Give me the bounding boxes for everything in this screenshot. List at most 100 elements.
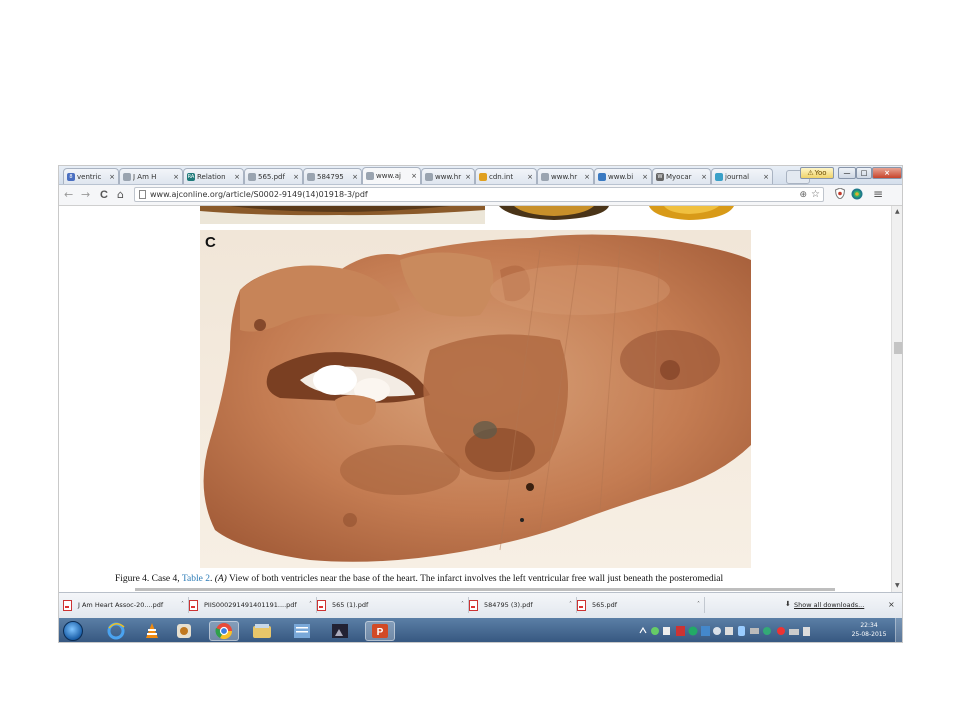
bookmark-star-icon[interactable]: ☆ [811,189,820,200]
tab-favicon-icon [366,172,374,180]
extension-shield-icon[interactable] [834,187,846,204]
tab-close-icon[interactable]: × [584,173,590,181]
tab-favicon-icon [598,172,606,181]
download-filename: 565.pdf [592,601,618,609]
chrome-menu-icon[interactable]: ≡ [873,188,883,201]
explorer-icon[interactable] [247,621,277,641]
chrome-icon[interactable] [209,621,239,641]
tab-close-icon[interactable]: × [763,173,769,181]
table-2-link[interactable]: Table 2 [182,574,210,584]
minimize-button[interactable]: — [838,167,856,179]
back-button[interactable]: ← [64,188,73,202]
tab-close-icon[interactable]: × [411,172,417,180]
browser-tab[interactable]: www.hr × [537,168,594,184]
download-item[interactable]: 565 (1).pdf ˄ [317,597,469,613]
tab-favicon-icon [541,172,549,181]
figure-panel-a-strip [200,206,485,224]
extension-globe-icon[interactable] [851,188,863,205]
browser-tab[interactable]: www.hr × [421,168,475,184]
browser-tab[interactable]: 565.pdf × [244,168,303,184]
browser-tab[interactable]: cdn.int × [475,168,537,184]
download-menu-caret-icon[interactable]: ˄ [697,601,700,608]
close-window-button[interactable]: × [872,167,902,179]
browser-tab[interactable]: RA Relation × [183,168,244,184]
browser-tab[interactable]: 8 ventric × [63,168,119,184]
browser-tab[interactable]: 584795 × [303,168,362,184]
browser-tab[interactable]: journal × [711,168,773,184]
tab-label: Myocar [666,172,692,181]
download-menu-caret-icon[interactable]: ˄ [181,601,184,608]
tab-favicon-icon [479,172,487,181]
browser-tab[interactable]: W Myocar × [652,168,711,184]
tab-favicon-icon [715,172,723,181]
tab-close-icon[interactable]: × [465,173,471,181]
download-menu-caret-icon[interactable]: ˄ [461,601,464,608]
home-button[interactable]: ⌂ [117,188,124,202]
browser-tab[interactable]: www.bi × [594,168,652,184]
download-shelf: J Am Heart Assoc-20....pdf ˄ PIIS000291491… [59,592,902,619]
tab-close-icon[interactable]: × [109,173,115,181]
reload-button[interactable]: C [100,188,108,202]
taskbar-clock[interactable]: 22:34 25-08-2015 [849,621,889,639]
close-downloads-button[interactable]: × [888,600,895,609]
ie-icon[interactable] [101,621,131,641]
scroll-up-arrow-icon[interactable]: ▲ [895,208,900,215]
url-bar[interactable]: www.ajconline.org/article/S0002-9149(14)… [134,187,824,202]
download-menu-caret-icon[interactable]: ˄ [569,601,572,608]
notes-icon[interactable] [287,621,317,641]
powerpoint-icon[interactable]: P [365,621,395,641]
scrollbar-thumb[interactable] [894,342,902,354]
yoo-alert-button[interactable]: ⚠ Yoo [800,167,834,179]
heart-specimen-photo [200,230,751,568]
tab-strip: 8 ventric × J Am H × RA Relation × 565.pdf × 58479… [59,166,902,185]
browser-tab[interactable]: www.aj × [362,167,421,184]
download-item[interactable]: J Am Heart Assoc-20....pdf ˄ [63,597,189,613]
tab-close-icon[interactable]: × [293,173,299,181]
tab-close-icon[interactable]: × [234,173,240,181]
page-icon [139,190,146,199]
tab-close-icon[interactable]: × [701,173,707,181]
tab-favicon-icon: W [656,172,664,181]
browser-tab[interactable]: J Am H × [119,168,183,184]
tab-close-icon[interactable]: × [527,173,533,181]
tab-label: journal [725,172,750,181]
browser-window: 8 ventric × J Am H × RA Relation × 565.pdf × 58479… [58,165,903,643]
caption-text: View of both ventricles near the base of… [226,574,724,584]
download-menu-caret-icon[interactable]: ˄ [309,601,312,608]
tab-label: ventric [77,172,102,181]
pdf-viewer: C Figure 4. Case 4, Table 2. (A) View of… [59,206,891,592]
photo-viewer-icon[interactable] [325,621,355,641]
download-item[interactable]: PIIS000291491401191....pdf ˄ [189,597,317,613]
show-desktop-button[interactable] [895,618,902,642]
vertical-scrollbar[interactable]: ▲ ▼ [891,206,902,592]
pdf-file-icon [577,599,586,611]
figure-panel-b-strip [489,206,751,224]
tab-favicon-icon: RA [187,172,195,181]
tab-label: J Am H [133,172,157,181]
svg-text:P: P [377,627,384,638]
zoom-icon[interactable]: ⊕ [799,190,807,200]
forward-button[interactable]: → [81,188,90,202]
media-player-icon[interactable] [169,621,199,641]
tab-close-icon[interactable]: × [352,173,358,181]
caption-panel-ref: (A) [214,574,227,584]
tab-label: Relation [197,172,226,181]
vlc-icon[interactable] [137,621,167,641]
download-item[interactable]: 584795 (3).pdf ˄ [469,597,577,613]
tray-icons [639,626,810,636]
start-button[interactable] [63,621,83,641]
maximize-button[interactable]: □ [856,167,872,179]
pdf-file-icon [189,599,198,611]
tab-favicon-icon: 8 [67,172,75,181]
tab-close-icon[interactable]: × [173,173,179,181]
system-tray[interactable] [637,623,857,639]
scroll-down-arrow-icon[interactable]: ▼ [895,582,900,589]
tab-label: www.hr [435,172,462,181]
tab-close-icon[interactable]: × [642,173,648,181]
show-all-downloads-link[interactable]: Show all downloads... [794,601,864,609]
alert-label: Yoo [814,169,827,177]
download-item[interactable]: 565.pdf ˄ [577,597,705,613]
figure-panel-letter: C [205,234,216,251]
tab-label: www.bi [608,172,634,181]
download-filename: 584795 (3).pdf [484,601,533,609]
